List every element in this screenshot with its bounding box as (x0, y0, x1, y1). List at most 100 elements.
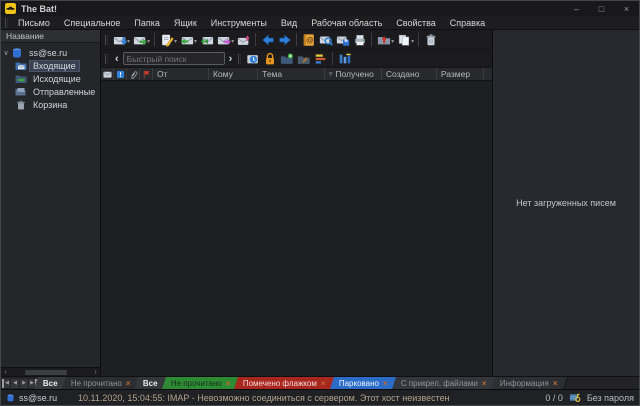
reply-dropdown-icon[interactable]: ▾ (194, 38, 197, 45)
password-status-label[interactable]: Без пароля (587, 393, 634, 403)
tree-row-sent[interactable]: Отправленные (1, 85, 100, 98)
reply-button[interactable] (178, 31, 195, 48)
forward-dropdown-icon[interactable]: ▾ (231, 38, 234, 45)
tree-row-inbox[interactable]: Входящие (1, 59, 100, 72)
tab-nav-next[interactable]: ▶ (20, 379, 28, 388)
column-from[interactable]: От (153, 68, 209, 80)
move-to-folder-dropdown-icon[interactable]: ▾ (391, 38, 394, 45)
tab-close-icon[interactable]: × (482, 379, 487, 388)
column-subject[interactable]: Тема (258, 68, 325, 80)
account-lock-button[interactable] (261, 50, 278, 67)
tab-close-icon[interactable]: × (126, 379, 131, 388)
menu-properties[interactable]: Свойства (389, 16, 443, 30)
password-key-icon (569, 392, 581, 403)
window-title: The Bat! (21, 4, 57, 14)
list-tab-unread[interactable]: Не прочитано × (162, 377, 241, 389)
chevron-down-icon[interactable]: ∨ (1, 49, 11, 57)
status-account[interactable]: ss@se.ru (6, 393, 78, 403)
sidebar-horizontal-scrollbar[interactable]: ‹ › (1, 367, 100, 376)
search-next-icon[interactable]: › (225, 51, 237, 67)
send-mail-button[interactable] (131, 31, 148, 48)
preview-pane[interactable]: Нет загруженных писем (492, 30, 639, 376)
tab-nav-first[interactable]: ◀ (2, 379, 10, 388)
minimize-button[interactable]: – (564, 1, 589, 16)
account-label[interactable]: ss@se.ru (26, 48, 70, 58)
new-folder-icon (280, 52, 294, 66)
forward-button[interactable] (215, 31, 232, 48)
toolbar-grip[interactable] (105, 54, 108, 64)
folder-maintenance-button[interactable] (295, 50, 312, 67)
menu-workspace[interactable]: Рабочая область (304, 16, 389, 30)
mail-ticker-button[interactable] (244, 50, 261, 67)
folder-label-outbox[interactable]: Исходящие (30, 74, 84, 84)
menubar-grip[interactable] (5, 18, 8, 28)
address-book-icon: @ (302, 33, 316, 47)
folder-label-sent[interactable]: Отправленные (30, 87, 98, 97)
delete-button[interactable] (422, 31, 439, 48)
column-flag[interactable] (140, 68, 153, 80)
new-folder-button[interactable] (278, 50, 295, 67)
tab-close-icon[interactable]: × (321, 379, 326, 388)
column-attachment[interactable] (127, 68, 140, 80)
new-message-button[interactable] (158, 31, 175, 48)
list-tab-parked[interactable]: Парковано × (330, 377, 398, 389)
new-message-dropdown-icon[interactable]: ▾ (174, 38, 177, 45)
check-mail-button[interactable] (111, 31, 128, 48)
search-prev-icon[interactable]: ‹ (111, 51, 123, 67)
list-tab-attachments[interactable]: С прикреп. файлами × (392, 377, 497, 389)
toolbar-grip[interactable] (105, 35, 108, 45)
message-list[interactable] (101, 81, 492, 376)
copy-to-folder-button[interactable] (395, 31, 412, 48)
redirect-button[interactable] (235, 31, 252, 48)
tree-row-outbox[interactable]: Исходящие (1, 72, 100, 85)
list-tab-info[interactable]: Информация × (491, 377, 568, 389)
menu-mailbox[interactable]: Ящик (167, 16, 204, 30)
tab-close-icon[interactable]: × (383, 379, 388, 388)
previous-message-button[interactable] (259, 31, 276, 48)
toolbar-grip[interactable] (238, 54, 241, 64)
sort-order-button[interactable] (312, 50, 329, 67)
tree-row-account[interactable]: ∨ ss@se.ru (1, 46, 100, 59)
move-to-folder-button[interactable] (375, 31, 392, 48)
sidebar-header[interactable]: Название (1, 30, 100, 43)
close-button[interactable]: × (614, 1, 639, 16)
flag-icon (142, 70, 151, 79)
save-message-button[interactable] (334, 31, 351, 48)
menu-letter[interactable]: Письмо (11, 16, 57, 30)
tab-nav-prev[interactable]: ◀ (11, 379, 19, 388)
print-button[interactable] (351, 31, 368, 48)
scroll-track[interactable] (10, 369, 91, 376)
quick-search-input[interactable] (123, 52, 225, 65)
new-message-icon (160, 33, 174, 47)
tree-row-trash[interactable]: Корзина (1, 98, 100, 111)
address-book-button[interactable]: @ (300, 31, 317, 48)
column-to[interactable]: Кому (209, 68, 258, 80)
folder-label-inbox[interactable]: Входящие (30, 61, 79, 71)
menu-special[interactable]: Специальное (57, 16, 128, 30)
column-received[interactable]: ▿ Получено (325, 68, 382, 80)
arrow-right-icon (278, 33, 292, 47)
reply-all-button[interactable] (198, 31, 215, 48)
menu-view[interactable]: Вид (274, 16, 304, 30)
tab-close-icon[interactable]: × (226, 379, 231, 388)
menu-folder[interactable]: Папка (127, 16, 167, 30)
view-filter-button[interactable] (336, 50, 353, 67)
next-message-button[interactable] (276, 31, 293, 48)
titlebar[interactable]: The Bat! – □ × (1, 1, 639, 16)
column-created[interactable]: Создано (382, 68, 437, 80)
column-priority[interactable] (114, 68, 127, 80)
tab-close-icon[interactable]: × (553, 379, 558, 388)
menu-tools[interactable]: Инструменты (204, 16, 274, 30)
list-tab-flagged[interactable]: Помечено флажком × (234, 377, 336, 389)
sidebar-tab-unread[interactable]: Не прочитано × (62, 377, 141, 389)
search-messages-button[interactable] (317, 31, 334, 48)
column-size[interactable]: Размер (437, 68, 484, 80)
menu-help[interactable]: Справка (443, 16, 492, 30)
maximize-button[interactable]: □ (589, 1, 614, 16)
column-unread[interactable] (101, 68, 114, 80)
send-mail-dropdown-icon[interactable]: ▾ (147, 38, 150, 45)
folder-label-trash[interactable]: Корзина (30, 100, 70, 110)
copy-to-folder-dropdown-icon[interactable]: ▾ (411, 38, 414, 45)
scroll-thumb[interactable] (25, 370, 67, 375)
check-mail-dropdown-icon[interactable]: ▾ (127, 38, 130, 45)
